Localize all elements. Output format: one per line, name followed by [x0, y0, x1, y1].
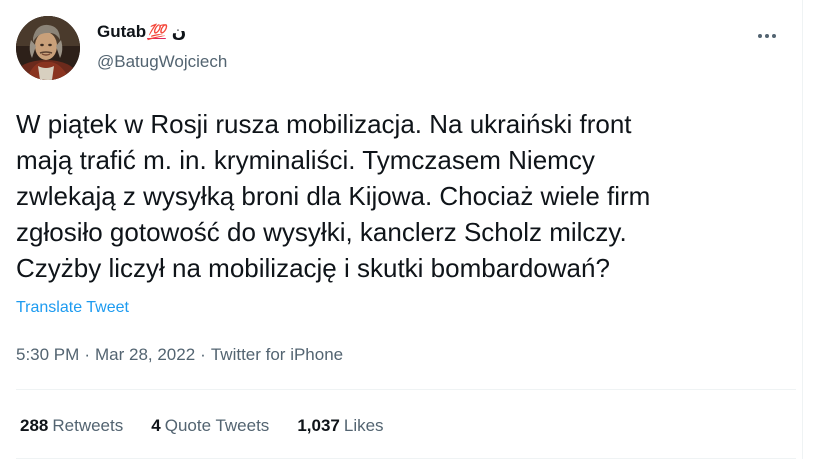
- quote-tweets-stat[interactable]: 4 Quote Tweets: [151, 416, 269, 436]
- divider: [16, 389, 796, 390]
- likes-label: Likes: [343, 416, 384, 435]
- more-dots-icon: [758, 34, 762, 38]
- likes-stat[interactable]: 1,037 Likes: [297, 416, 383, 436]
- tweet-text: W piątek w Rosji rusza mobilizacja. Na u…: [16, 109, 651, 283]
- tweet-stats: 288 Retweets 4 Quote Tweets 1,037 Likes: [20, 416, 384, 436]
- tweet-date[interactable]: Mar 28, 2022: [95, 345, 195, 364]
- tweet-meta: 5:30 PM · Mar 28, 2022 · Twitter for iPhone: [16, 345, 343, 365]
- more-dots-icon: [772, 34, 776, 38]
- tweet-source[interactable]: Twitter for iPhone: [211, 345, 343, 364]
- author-handle[interactable]: @BatugWojciech: [97, 52, 227, 72]
- translate-tweet-link[interactable]: Translate Tweet: [16, 299, 129, 317]
- likes-count: 1,037: [297, 416, 340, 435]
- meta-separator: ·: [84, 345, 90, 364]
- quotes-count: 4: [151, 416, 161, 435]
- retweets-stat[interactable]: 288 Retweets: [20, 416, 123, 436]
- author-name-suffix: ن: [171, 22, 187, 41]
- more-options-button[interactable]: [754, 26, 780, 46]
- portrait-avatar-image: [16, 16, 80, 80]
- hundred-points-emoji: 💯: [147, 24, 166, 41]
- author-name-text: Gutab: [97, 22, 147, 41]
- more-dots-icon: [765, 34, 769, 38]
- tweet-time[interactable]: 5:30 PM: [16, 345, 79, 364]
- tweet-card: Gutab💯 ن @BatugWojciech W piątek w Rosji …: [0, 0, 820, 459]
- column-border: [802, 0, 803, 459]
- quotes-label: Quote Tweets: [164, 416, 270, 435]
- avatar[interactable]: [16, 16, 80, 80]
- author-display-name[interactable]: Gutab💯 ن: [97, 22, 186, 42]
- retweets-label: Retweets: [52, 416, 124, 435]
- retweets-count: 288: [20, 416, 49, 435]
- meta-separator: ·: [200, 345, 206, 364]
